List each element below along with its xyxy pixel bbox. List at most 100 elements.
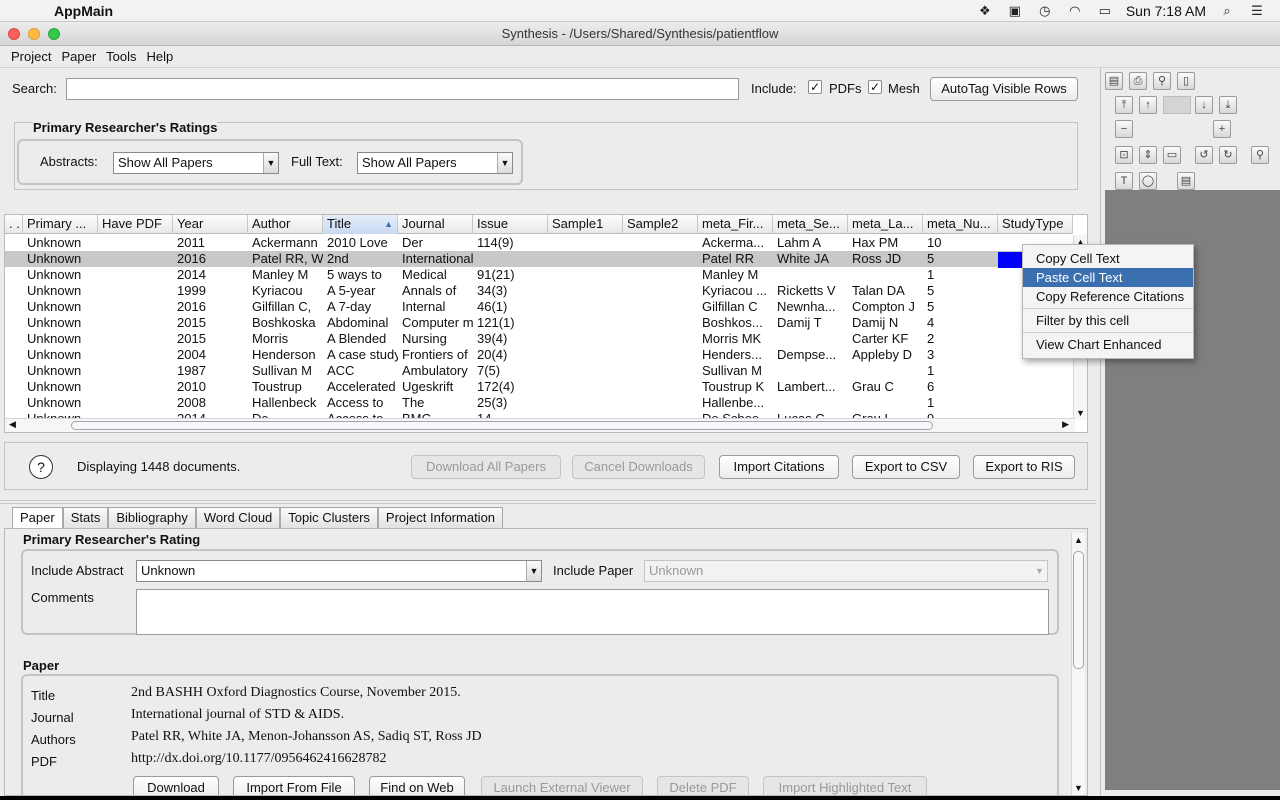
table-cell-primary[interactable]: Unknown: [23, 363, 98, 379]
table-cell-meta-second[interactable]: [773, 267, 848, 283]
column-header-primary[interactable]: Primary ...: [23, 215, 98, 234]
last-page-icon[interactable]: ⤓: [1219, 96, 1237, 114]
table-cell-meta-first[interactable]: Patel RR: [698, 251, 773, 267]
table-cell-issue[interactable]: 91(21): [473, 267, 548, 283]
menu-paper[interactable]: Paper: [56, 49, 101, 64]
table-row[interactable]: Unknown 2011 Ackermann 2010 Love Der 114(9) Ac…: [5, 235, 1075, 251]
text-select-icon[interactable]: T: [1115, 172, 1133, 190]
table-cell-primary[interactable]: Unknown: [23, 315, 98, 331]
close-window-button[interactable]: [8, 28, 20, 40]
table-cell-meta-last[interactable]: [848, 395, 923, 411]
table-cell-issue[interactable]: 34(3): [473, 283, 548, 299]
delete-pdf-button[interactable]: Delete PDF: [657, 776, 749, 795]
scroll-up-arrow-icon[interactable]: ▲: [1074, 535, 1083, 545]
page-number-input[interactable]: [1163, 96, 1191, 114]
next-page-icon[interactable]: ↓: [1195, 96, 1213, 114]
table-cell-have-pdf[interactable]: [98, 267, 173, 283]
table-cell-title[interactable]: Accelerated: [323, 379, 398, 395]
table-cell-meta-second[interactable]: [773, 395, 848, 411]
table-cell-issue[interactable]: 121(1): [473, 315, 548, 331]
zoom-in-icon[interactable]: +: [1213, 120, 1231, 138]
menu-paste-cell-text[interactable]: Paste Cell Text: [1023, 268, 1193, 287]
table-row[interactable]: Unknown 2015 Morris A Blended Nursing 39(4) Mo…: [5, 331, 1075, 347]
launch-external-viewer-button[interactable]: Launch External Viewer: [481, 776, 643, 795]
table-cell-meta-number[interactable]: 10: [923, 235, 998, 251]
split-pane-divider[interactable]: [0, 500, 1096, 504]
table-cell-sample1[interactable]: [548, 315, 623, 331]
table-cell-title[interactable]: A 5-year: [323, 283, 398, 299]
table-cell-title[interactable]: ACC: [323, 363, 398, 379]
column-header-meta-first[interactable]: meta_Fir...: [698, 215, 773, 234]
notification-list-icon[interactable]: ☰: [1248, 3, 1266, 18]
table-cell-meta-number[interactable]: 3: [923, 347, 998, 363]
table-cell-author[interactable]: Kyriacou: [248, 283, 323, 299]
table-cell-journal[interactable]: Ugeskrift: [398, 379, 473, 395]
table-cell-meta-first[interactable]: Toustrup K: [698, 379, 773, 395]
table-cell-author[interactable]: Gilfillan C,: [248, 299, 323, 315]
column-header-have-pdf[interactable]: Have PDF: [98, 215, 173, 234]
app-name[interactable]: AppMain: [54, 3, 113, 19]
table-cell-meta-number[interactable]: 2: [923, 331, 998, 347]
table-cell-marker[interactable]: [5, 235, 23, 251]
table-cell-title[interactable]: 5 ways to: [323, 267, 398, 283]
table-cell-marker[interactable]: [5, 283, 23, 299]
table-cell-meta-last[interactable]: [848, 267, 923, 283]
zoom-out-icon[interactable]: −: [1115, 120, 1133, 138]
minimize-window-button[interactable]: [28, 28, 40, 40]
screenshot-icon[interactable]: ▣: [1006, 3, 1024, 18]
table-row[interactable]: Unknown 2008 Hallenbeck Access to The 25(3) Ha…: [5, 395, 1075, 411]
column-header-sample2[interactable]: Sample2: [623, 215, 698, 234]
table-cell-journal[interactable]: International: [398, 251, 473, 267]
find-icon[interactable]: ⚲: [1153, 72, 1171, 90]
fit-width-icon[interactable]: ▭: [1163, 146, 1181, 164]
battery-icon[interactable]: ▭: [1096, 3, 1114, 18]
table-cell-marker[interactable]: [5, 267, 23, 283]
table-cell-meta-last[interactable]: Grau C: [848, 379, 923, 395]
table-cell-meta-second[interactable]: [773, 331, 848, 347]
table-cell-issue[interactable]: 20(4): [473, 347, 548, 363]
spotlight-icon[interactable]: ⌕: [1218, 3, 1236, 18]
table-cell-meta-number[interactable]: 5: [923, 251, 998, 267]
table-cell-meta-number[interactable]: 5: [923, 299, 998, 315]
table-cell-author[interactable]: Manley M: [248, 267, 323, 283]
table-cell-sample1[interactable]: [548, 251, 623, 267]
download-pdf-button[interactable]: Download: [133, 776, 219, 795]
table-cell-sample2[interactable]: [623, 347, 698, 363]
table-row[interactable]: Unknown 1987 Sullivan M ACC Ambulatory 7(5) Su…: [5, 363, 1075, 379]
table-cell-meta-last[interactable]: Ross JD: [848, 251, 923, 267]
column-header-meta-number[interactable]: meta_Nu...: [923, 215, 998, 234]
table-cell-sample2[interactable]: [623, 235, 698, 251]
table-cell-sample1[interactable]: [548, 363, 623, 379]
table-cell-sample2[interactable]: [623, 363, 698, 379]
table-cell-sample1[interactable]: [548, 347, 623, 363]
scroll-down-arrow-icon[interactable]: ▼: [1076, 408, 1085, 418]
scroll-down-arrow-icon[interactable]: ▼: [1074, 783, 1083, 793]
table-cell-sample2[interactable]: [623, 267, 698, 283]
detail-vertical-scrollbar[interactable]: ▲ ▼: [1071, 533, 1085, 795]
table-cell-title[interactable]: A Blended: [323, 331, 398, 347]
table-row[interactable]: Unknown 2014 Manley M5 ways to Medical 91(21…: [5, 267, 1075, 283]
tab-paper[interactable]: Paper: [12, 507, 63, 528]
table-cell-sample1[interactable]: [548, 267, 623, 283]
table-cell-year[interactable]: 2011: [173, 235, 248, 251]
table-cell-primary[interactable]: Unknown: [23, 395, 98, 411]
table-cell-year[interactable]: 2004: [173, 347, 248, 363]
fit-page-icon[interactable]: ⇕: [1139, 146, 1157, 164]
table-cell-have-pdf[interactable]: [98, 251, 173, 267]
table-cell-journal[interactable]: Medical: [398, 267, 473, 283]
table-cell-primary[interactable]: Unknown: [23, 331, 98, 347]
table-cell-author[interactable]: Patel RR, Wh: [248, 251, 323, 267]
scroll-left-arrow-icon[interactable]: ◀: [9, 419, 16, 430]
tab-topic-clusters[interactable]: Topic Clusters: [280, 507, 378, 528]
table-cell-sample1[interactable]: [548, 331, 623, 347]
table-cell-journal[interactable]: Internal: [398, 299, 473, 315]
tab-bibliography[interactable]: Bibliography: [108, 507, 196, 528]
table-cell-author[interactable]: Morris: [248, 331, 323, 347]
dropbox-icon[interactable]: ❖: [976, 3, 994, 18]
table-cell-meta-second[interactable]: Dempse...: [773, 347, 848, 363]
wifi-icon[interactable]: ◠: [1066, 3, 1084, 18]
table-cell-meta-first[interactable]: Ackerma...: [698, 235, 773, 251]
table-cell-meta-second[interactable]: Ricketts V: [773, 283, 848, 299]
table-cell-meta-first[interactable]: Manley M: [698, 267, 773, 283]
table-cell-meta-last[interactable]: Appleby D: [848, 347, 923, 363]
